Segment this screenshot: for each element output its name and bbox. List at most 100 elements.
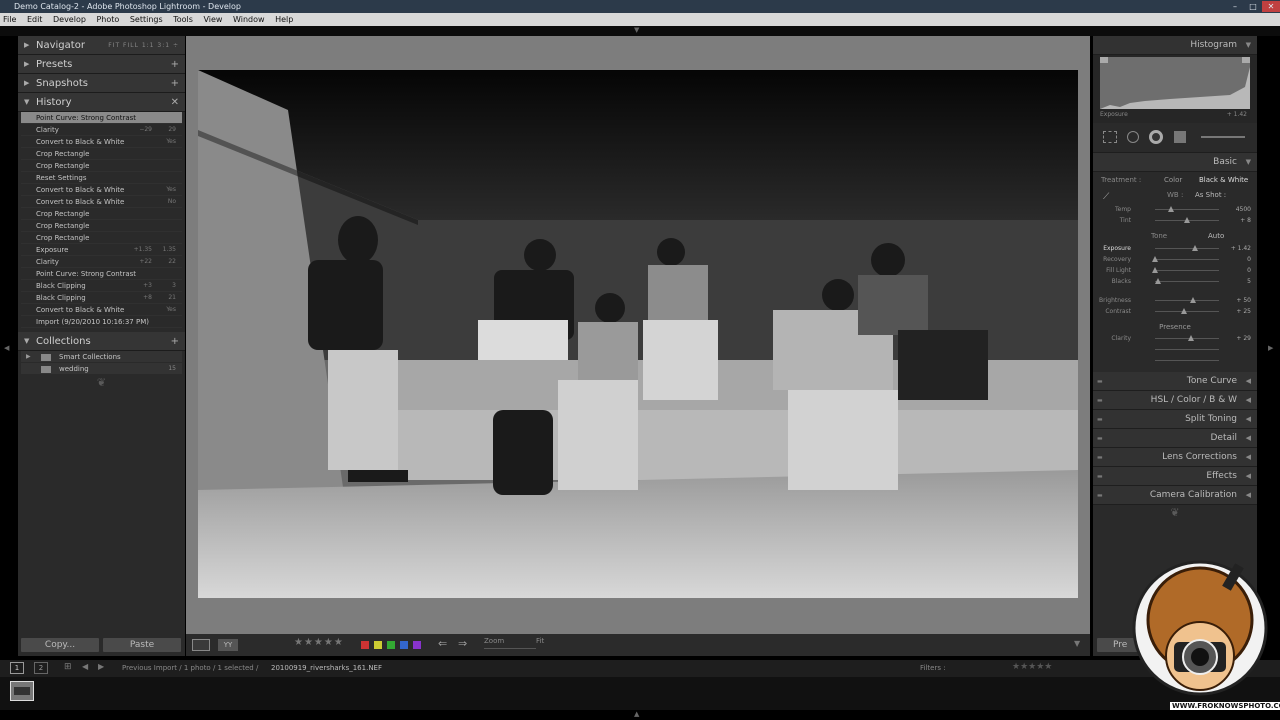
- left-panel-toggle-icon[interactable]: ◀: [4, 344, 9, 352]
- zoom-slider-track[interactable]: [484, 648, 536, 649]
- history-item[interactable]: Crop Rectangle: [21, 160, 182, 172]
- panel-toggle-icon[interactable]: ▬: [1097, 467, 1103, 486]
- panel-toggle-icon[interactable]: ▬: [1097, 372, 1103, 391]
- clarity-slider[interactable]: Clarity + 29: [1093, 333, 1257, 344]
- menu-photo[interactable]: Photo: [96, 15, 119, 24]
- menu-settings[interactable]: Settings: [130, 15, 163, 24]
- add-preset-icon[interactable]: +: [171, 55, 179, 74]
- panel-header-tone-curve[interactable]: ▬ Tone Curve ◀: [1093, 372, 1257, 391]
- slider-track[interactable]: [1155, 311, 1219, 312]
- grid-view-icon[interactable]: ⊞: [64, 662, 72, 672]
- history-item[interactable]: Convert to Black & White No: [21, 196, 182, 208]
- tint-slider[interactable]: Tint + 8: [1093, 215, 1257, 226]
- history-item[interactable]: Reset Settings: [21, 172, 182, 184]
- blue-label-icon[interactable]: [400, 641, 408, 649]
- back-arrow-icon[interactable]: ◀: [82, 662, 88, 671]
- collection-item[interactable]: wedding 15: [21, 363, 182, 375]
- graduated-filter-icon[interactable]: [1174, 131, 1186, 143]
- paste-button[interactable]: Paste: [102, 637, 182, 653]
- slider-value[interactable]: + 1.42: [1231, 243, 1251, 254]
- history-item[interactable]: Black Clipping +3 3: [21, 280, 182, 292]
- temp-value[interactable]: 4500: [1236, 204, 1251, 215]
- wb-eyedropper-icon[interactable]: ⟋: [1103, 190, 1109, 204]
- slider-value[interactable]: 0: [1247, 254, 1251, 265]
- photo-preview[interactable]: [198, 70, 1078, 598]
- history-item[interactable]: Clarity −29 29: [21, 124, 182, 136]
- auto-tone-button[interactable]: Auto: [1208, 229, 1224, 243]
- collections-header[interactable]: ▼ Collections +: [18, 332, 185, 351]
- crop-tool-icon[interactable]: [1103, 131, 1117, 143]
- previous-photo-icon[interactable]: ⇐: [438, 637, 447, 650]
- basic-header[interactable]: Basic ▼: [1093, 153, 1257, 172]
- slider-track[interactable]: [1155, 349, 1219, 350]
- slider-track[interactable]: [1155, 270, 1219, 271]
- clarity-value[interactable]: + 29: [1236, 333, 1251, 344]
- slider-knob[interactable]: [1190, 297, 1196, 303]
- panel-header-effects[interactable]: ▬ Effects ◀: [1093, 467, 1257, 486]
- bottom-panel-toggle-icon[interactable]: ▲: [634, 710, 639, 718]
- expand-triangle-icon[interactable]: ▶: [26, 351, 31, 363]
- slider-track[interactable]: [1155, 248, 1219, 249]
- before-after-icon[interactable]: YY: [218, 639, 238, 651]
- panel-header-split-toning[interactable]: ▬ Split Toning ◀: [1093, 410, 1257, 429]
- history-item[interactable]: Crop Rectangle: [21, 232, 182, 244]
- forward-arrow-icon[interactable]: ▶: [98, 662, 104, 671]
- panel-toggle-icon[interactable]: ▬: [1097, 429, 1103, 448]
- rating-stars[interactable]: ★★★★★: [294, 637, 344, 648]
- menu-window[interactable]: Window: [233, 15, 265, 24]
- exposure-slider[interactable]: Exposure + 1.42: [1093, 243, 1257, 254]
- add-collection-icon[interactable]: +: [171, 332, 179, 351]
- maximize-button[interactable]: □: [1244, 1, 1262, 12]
- slider-value[interactable]: 0: [1247, 265, 1251, 276]
- right-panel-toggle-icon[interactable]: ▶: [1268, 344, 1273, 352]
- history-item[interactable]: Point Curve: Strong Contrast: [21, 268, 182, 280]
- add-snapshot-icon[interactable]: +: [171, 74, 179, 93]
- panel-toggle-icon[interactable]: ▬: [1097, 486, 1103, 505]
- menu-edit[interactable]: Edit: [27, 15, 43, 24]
- wb-select[interactable]: As Shot :: [1195, 188, 1226, 202]
- red-label-icon[interactable]: [361, 641, 369, 649]
- panel-header-detail[interactable]: ▬ Detail ◀: [1093, 429, 1257, 448]
- primary-window-button[interactable]: 1: [10, 662, 24, 674]
- copy-button[interactable]: Copy...: [20, 637, 100, 653]
- fill-light-slider[interactable]: Fill Light 0: [1093, 265, 1257, 276]
- history-item[interactable]: Point Curve: Strong Contrast: [21, 112, 182, 124]
- slider-track[interactable]: [1155, 338, 1219, 339]
- purple-label-icon[interactable]: [413, 641, 421, 649]
- panel-header-camera-calibration[interactable]: ▬ Camera Calibration ◀: [1093, 486, 1257, 505]
- contrast-slider[interactable]: Contrast + 25: [1093, 306, 1257, 317]
- menu-file[interactable]: File: [3, 15, 16, 24]
- history-item[interactable]: Exposure +1.35 1.35: [21, 244, 182, 256]
- slider-knob[interactable]: [1152, 267, 1158, 273]
- filmstrip-filename[interactable]: 20100919_riversharks_161.NEF: [271, 664, 382, 672]
- close-window-button[interactable]: ✕: [1262, 1, 1280, 12]
- presets-header[interactable]: ▶ Presets +: [18, 55, 185, 74]
- history-item[interactable]: Crop Rectangle: [21, 208, 182, 220]
- top-panel-toggle-icon[interactable]: ▼: [634, 26, 639, 34]
- menu-view[interactable]: View: [203, 15, 222, 24]
- panel-toggle-icon[interactable]: ▬: [1097, 448, 1103, 467]
- filmstrip-source[interactable]: Previous Import / 1 photo / 1 selected /: [122, 664, 258, 672]
- slider-track[interactable]: [1155, 300, 1219, 301]
- slider-knob[interactable]: [1152, 256, 1158, 262]
- temp-slider[interactable]: Temp 4500: [1093, 204, 1257, 215]
- blacks-slider[interactable]: Blacks 5: [1093, 276, 1257, 287]
- snapshots-header[interactable]: ▶ Snapshots +: [18, 74, 185, 93]
- slider-knob[interactable]: [1184, 217, 1190, 223]
- brightness-slider[interactable]: Brightness + 50: [1093, 295, 1257, 306]
- slider-knob[interactable]: [1155, 278, 1161, 284]
- slider-knob[interactable]: [1181, 308, 1187, 314]
- next-photo-icon[interactable]: ⇒: [458, 637, 467, 650]
- menu-develop[interactable]: Develop: [53, 15, 86, 24]
- vibrance-slider[interactable]: [1093, 344, 1257, 355]
- collection-item[interactable]: ▶ Smart Collections: [21, 351, 182, 363]
- slider-track[interactable]: [1155, 259, 1219, 260]
- saturation-slider[interactable]: [1093, 355, 1257, 366]
- panel-header-lens-corrections[interactable]: ▬ Lens Corrections ◀: [1093, 448, 1257, 467]
- history-item[interactable]: Convert to Black & White Yes: [21, 136, 182, 148]
- red-eye-icon[interactable]: [1149, 130, 1163, 144]
- slider-knob[interactable]: [1192, 245, 1198, 251]
- panel-toggle-icon[interactable]: ▬: [1097, 391, 1103, 410]
- history-item[interactable]: Convert to Black & White Yes: [21, 304, 182, 316]
- recovery-slider[interactable]: Recovery 0: [1093, 254, 1257, 265]
